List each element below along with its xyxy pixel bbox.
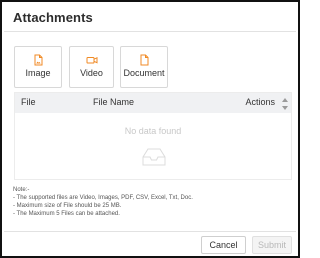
window-frame: Attachments Image Video Document File Fi…	[0, 0, 300, 258]
video-camera-icon	[86, 53, 98, 65]
upload-video-label: Video	[80, 68, 103, 78]
note-line: - The Maximum 5 Files can be attached.	[13, 211, 120, 217]
upload-document-label: Document	[123, 68, 165, 78]
empty-inbox-icon	[139, 145, 169, 167]
submit-button: Submit	[252, 236, 292, 254]
upload-video-button[interactable]: Video	[69, 46, 114, 88]
document-icon	[138, 53, 150, 66]
column-header-actions: Actions	[245, 97, 275, 107]
empty-state-text: No data found	[124, 126, 182, 136]
image-file-icon	[32, 53, 44, 66]
footer-divider	[4, 231, 296, 232]
attachments-table: File File Name Actions No data found	[14, 92, 292, 180]
table-header: File File Name Actions	[15, 93, 291, 113]
scroll-down-arrow-icon[interactable]	[282, 106, 288, 110]
upload-image-button[interactable]: Image	[14, 46, 62, 88]
cancel-button[interactable]: Cancel	[201, 236, 246, 254]
attachments-dialog: Attachments Image Video Document File Fi…	[4, 4, 296, 254]
upload-document-button[interactable]: Document	[120, 46, 168, 88]
upload-notes: Note:- - The supported files are Video, …	[13, 186, 193, 218]
column-header-file: File	[21, 97, 36, 107]
note-line: - Maximum size of File should be 25 MB.	[13, 203, 122, 209]
dialog-title: Attachments	[13, 10, 93, 25]
column-header-file-name: File Name	[93, 97, 135, 107]
notes-heading: Note:-	[13, 187, 30, 193]
scroll-up-arrow-icon[interactable]	[282, 98, 288, 102]
upload-image-label: Image	[25, 68, 51, 78]
note-line: - The supported files are Video, Images,…	[13, 195, 193, 201]
title-divider	[4, 31, 296, 32]
